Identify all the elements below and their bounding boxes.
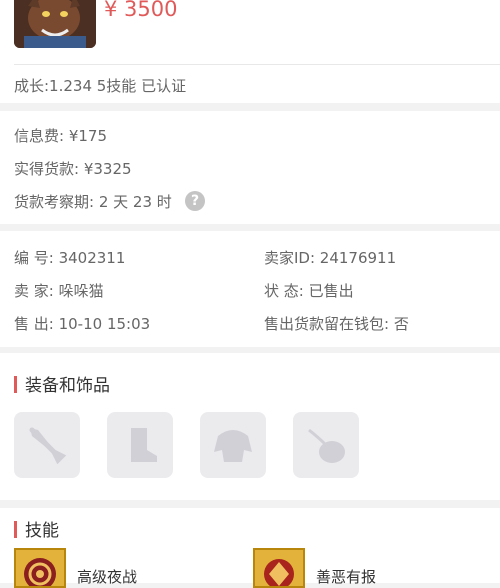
pendant-icon <box>308 428 345 463</box>
skills-title: 技能 <box>14 516 59 541</box>
equipment-title: 装备和饰品 <box>14 371 110 396</box>
boot-icon <box>131 428 157 462</box>
section-marker <box>14 521 17 538</box>
pet-avatar[interactable] <box>14 0 96 48</box>
help-icon[interactable]: ? <box>185 191 205 211</box>
equipment-card: 装备和饰品 <box>0 353 500 500</box>
boots-slot[interactable] <box>107 412 173 478</box>
wallet-setting: 售出货款留在钱包: 否 <box>264 315 409 333</box>
listing-summary-card: ¥ 3500 成长:1.234 5技能 已认证 <box>0 0 500 103</box>
skill-name: 善恶有报 <box>316 568 377 586</box>
actual-payment: 实得货款: ¥3325 <box>14 160 132 178</box>
sold-time: 售 出: 10-10 15:03 <box>14 315 151 333</box>
inspection-period: 货款考察期: 2 天 23 时 <box>14 193 172 211</box>
accessory-slot[interactable] <box>293 412 359 478</box>
night-combat-skill-icon[interactable] <box>14 548 66 588</box>
divider <box>14 64 500 65</box>
seller-id: 卖家ID: 24176911 <box>264 249 397 267</box>
weapon-slot[interactable] <box>14 412 80 478</box>
skill-name: 高级夜战 <box>77 568 138 586</box>
karma-skill-icon[interactable] <box>253 548 305 588</box>
sword-icon <box>29 427 67 465</box>
seller-name: 卖 家: 哚哚猫 <box>14 282 104 300</box>
trade-info-card: 编 号: 3402311 卖家ID: 24176911 卖 家: 哚哚猫 状 态… <box>0 231 500 347</box>
price: ¥ 3500 <box>104 0 178 21</box>
armor-slot[interactable] <box>200 412 266 478</box>
listing-number: 编 号: 3402311 <box>14 249 126 267</box>
equipment-title-text: 装备和饰品 <box>25 376 110 396</box>
fee-card: 信息费: ¥175 实得货款: ¥3325 货款考察期: 2 天 23 时 ? <box>0 111 500 224</box>
growth-skill-info: 成长:1.234 5技能 已认证 <box>14 77 187 95</box>
spiral-icon <box>24 558 56 586</box>
trade-status: 状 态: 已售出 <box>264 282 354 300</box>
karma-icon <box>264 559 294 586</box>
section-marker <box>14 376 17 393</box>
skills-title-text: 技能 <box>25 521 59 541</box>
info-fee: 信息费: ¥175 <box>14 127 107 145</box>
pet-portrait-image <box>14 0 96 48</box>
armor-icon <box>214 430 252 462</box>
skills-card: 技能 高级夜战 善恶有报 <box>0 508 500 588</box>
